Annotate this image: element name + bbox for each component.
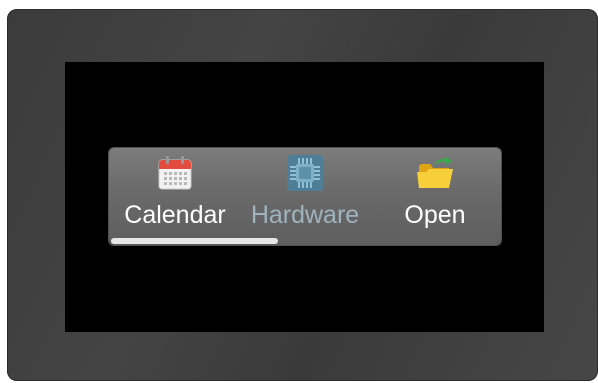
scrollbar-thumb[interactable]: [111, 238, 278, 244]
app-label-hardware: Hardware: [250, 201, 360, 229]
app-open[interactable]: Open: [379, 148, 491, 234]
app-label-calendar: Calendar: [124, 201, 226, 229]
app-hardware[interactable]: Hardware: [241, 148, 369, 234]
app-label-open: Open: [404, 201, 466, 229]
chip-icon: [286, 154, 324, 192]
app-launcher-bar: Calendar Hardware Open: [109, 148, 501, 245]
open-folder-icon: [416, 154, 454, 192]
app-calendar[interactable]: Calendar: [113, 148, 237, 234]
calendar-icon: [156, 154, 194, 192]
horizontal-scrollbar[interactable]: [109, 237, 501, 245]
